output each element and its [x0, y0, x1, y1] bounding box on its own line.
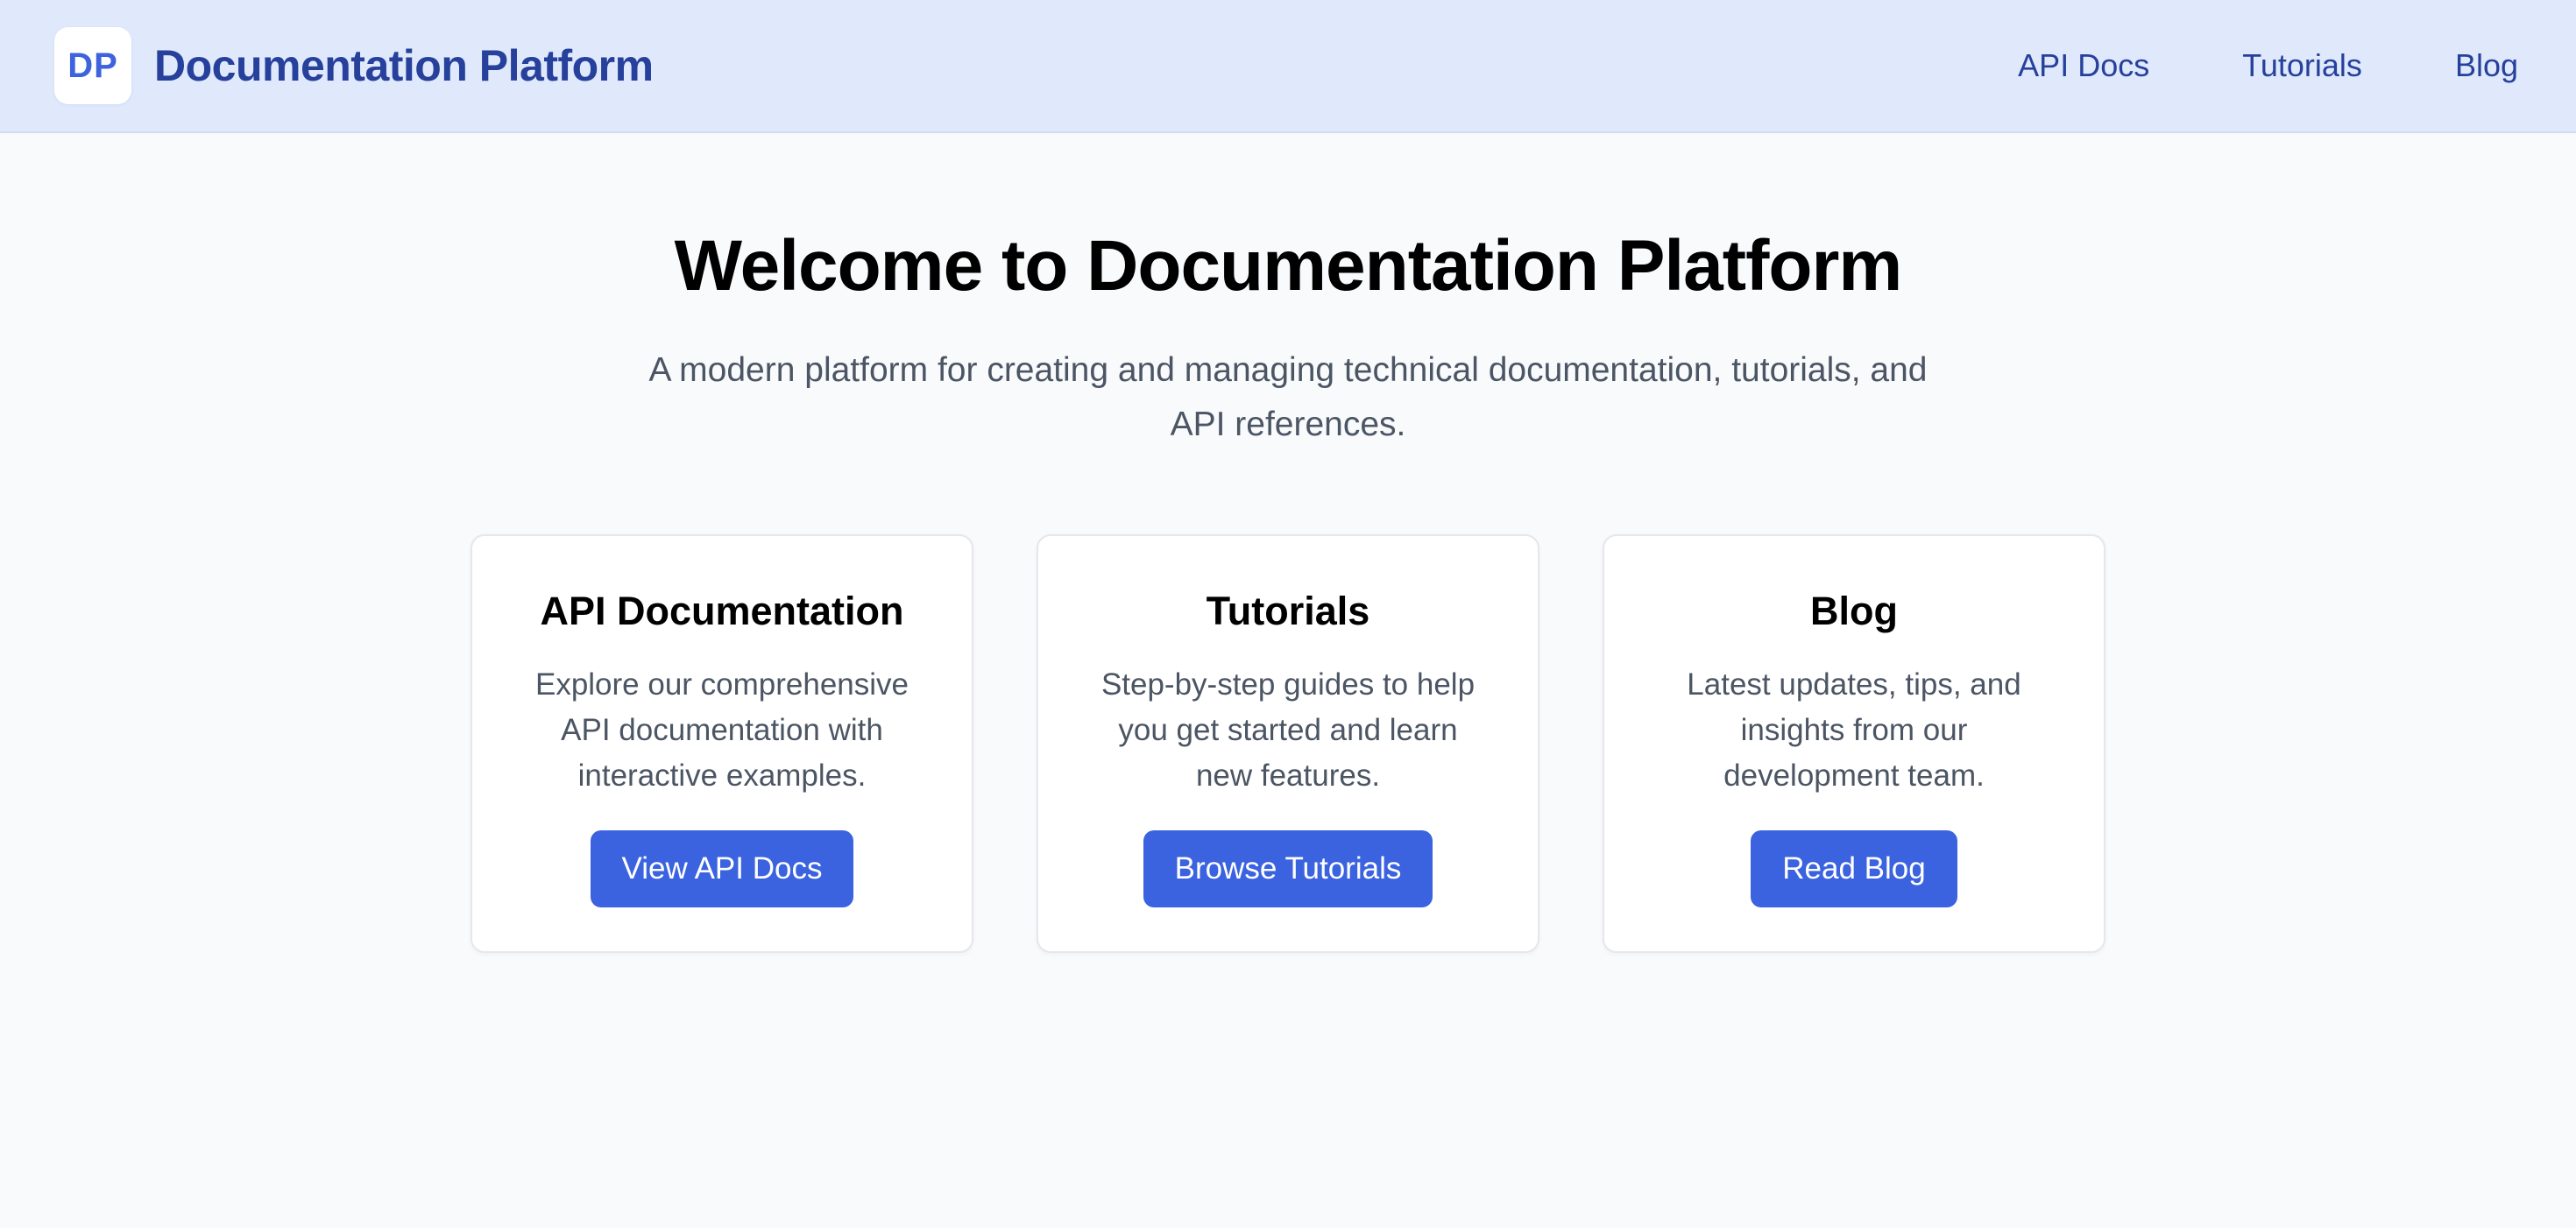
card-api-documentation: API Documentation Explore our comprehens… — [471, 534, 973, 953]
logo[interactable]: DP — [54, 27, 131, 104]
hero-subtitle: A modern platform for creating and manag… — [648, 351, 1928, 443]
card-description: Step-by-step guides to help you get star… — [1100, 667, 1476, 793]
site-title[interactable]: Documentation Platform — [154, 40, 654, 91]
card-tutorials: Tutorials Step-by-step guides to help yo… — [1037, 534, 1539, 953]
card-title: Tutorials — [1206, 589, 1370, 633]
hero-section: Welcome to Documentation Platform A mode… — [0, 217, 2576, 452]
read-blog-button[interactable]: Read Blog — [1751, 830, 1957, 907]
hero-title: Welcome to Documentation Platform — [674, 226, 1903, 306]
nav-link-tutorials[interactable]: Tutorials — [2242, 47, 2362, 84]
site-header: DP Documentation Platform API Docs Tutor… — [0, 0, 2576, 133]
card-title: Blog — [1810, 589, 1898, 633]
browse-tutorials-button[interactable]: Browse Tutorials — [1143, 830, 1433, 907]
logo-text: DP — [67, 46, 118, 85]
card-description: Latest updates, tips, and insights from … — [1687, 667, 2021, 793]
nav-link-api-docs[interactable]: API Docs — [2018, 47, 2149, 84]
card-blog: Blog Latest updates, tips, and insights … — [1603, 534, 2105, 953]
nav-link-blog[interactable]: Blog — [2455, 47, 2518, 84]
view-api-docs-button[interactable]: View API Docs — [590, 830, 854, 907]
feature-cards: API Documentation Explore our comprehens… — [471, 534, 2105, 953]
card-description: Explore our comprehensive API documentat… — [534, 667, 909, 793]
main-nav: API Docs Tutorials Blog — [2018, 47, 2522, 84]
card-title: API Documentation — [540, 589, 904, 633]
